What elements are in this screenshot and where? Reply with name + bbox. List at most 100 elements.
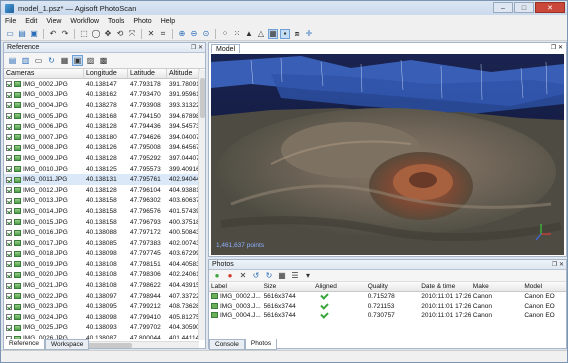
table-row[interactable]: IMG_0012.JPG 40.138128 47.796104 404.938817	[4, 185, 205, 196]
table-row[interactable]: IMG_0024.JPG 40.138098 47.799410 405.812758	[4, 312, 205, 323]
enable-checkbox[interactable]	[6, 197, 12, 204]
table-row[interactable]: IMG_0020.JPG 40.138108 47.798306 402.240614	[4, 270, 205, 281]
table-row[interactable]: IMG_0023.JPG 40.138095 47.799212 408.736288	[4, 301, 205, 312]
view-dropdown-icon[interactable]: ▾	[303, 271, 313, 281]
table-row[interactable]: IMG_0005.JPG 40.138168 47.794150 394.678983	[4, 111, 205, 122]
enable-checkbox[interactable]	[6, 113, 12, 120]
longitude-cell[interactable]: 40.138162	[84, 91, 128, 98]
latitude-cell[interactable]: 47.799212	[128, 303, 167, 310]
altitude-cell[interactable]: 400.375189	[167, 219, 203, 226]
enable-checkbox[interactable]	[6, 81, 12, 88]
model-viewport[interactable]: 1,461,637 points	[211, 54, 564, 255]
table-row[interactable]: IMG_0025.JPG 40.138093 47.799702 404.305905	[4, 323, 205, 334]
longitude-cell[interactable]: 40.138131	[84, 176, 128, 183]
menu-edit[interactable]: Edit	[25, 18, 37, 25]
longitude-cell[interactable]: 40.138147	[84, 81, 128, 88]
longitude-cell[interactable]: 40.138108	[84, 271, 128, 278]
enable-checkbox[interactable]	[6, 166, 12, 173]
altitude-cell[interactable]: 391.780913	[167, 81, 203, 88]
longitude-cell[interactable]: 40.138098	[84, 314, 128, 321]
table-row[interactable]: IMG_0022.JPG 40.138097 47.798944 407.337220	[4, 291, 205, 302]
altitude-cell[interactable]: 393.313226	[167, 102, 203, 109]
enable-checkbox[interactable]	[6, 303, 12, 310]
tab-workspace[interactable]: Workspace	[45, 339, 90, 350]
reference-vscrollbar[interactable]	[198, 70, 205, 340]
longitude-cell[interactable]: 40.138087	[84, 335, 128, 339]
enable-checkbox[interactable]	[6, 187, 12, 194]
disable-icon[interactable]: ●	[225, 271, 235, 281]
longitude-cell[interactable]: 40.138088	[84, 229, 128, 236]
altitude-cell[interactable]: 407.337220	[167, 293, 203, 300]
latitude-cell[interactable]: 47.799702	[128, 324, 167, 331]
tab-reference[interactable]: Reference	[3, 339, 45, 350]
enable-checkbox[interactable]	[6, 229, 12, 236]
table-row[interactable]: IMG_0002.JPG 40.138147 47.793178 391.780913	[4, 79, 205, 90]
open-icon[interactable]: ▤	[17, 29, 27, 39]
enable-checkbox[interactable]	[6, 324, 12, 331]
close-button[interactable]: ✕	[535, 2, 565, 13]
list-item[interactable]: IMG_0003.J... 5616x3744 0.721153 2010:11:01…	[209, 301, 566, 312]
menu-photo[interactable]: Photo	[133, 18, 151, 25]
menu-workflow[interactable]: Workflow	[70, 18, 99, 25]
navigate-icon[interactable]: ✥	[103, 29, 113, 39]
table-row[interactable]: IMG_0011.JPG 40.138131 47.795761 402.940445	[4, 174, 205, 185]
enable-checkbox[interactable]	[6, 176, 12, 183]
latitude-cell[interactable]: 47.798151	[128, 261, 167, 268]
altitude-cell[interactable]: 401.574391	[167, 208, 203, 215]
col-latitude[interactable]: Latitude	[128, 69, 167, 78]
latitude-cell[interactable]: 47.793178	[128, 81, 167, 88]
latitude-cell[interactable]: 47.796104	[128, 187, 167, 194]
altitude-cell[interactable]: 402.240614	[167, 271, 203, 278]
cameras-view-icon[interactable]: ▣	[72, 55, 83, 66]
longitude-cell[interactable]: 40.138108	[84, 261, 128, 268]
table-row[interactable]: IMG_0004.JPG 40.138278 47.793908 393.313226	[4, 100, 205, 111]
panel-float-close-icon[interactable]: ❐ ✕	[191, 43, 203, 53]
col-altitude[interactable]: Altitude	[167, 69, 200, 78]
delete-icon[interactable]: ✕	[146, 29, 156, 39]
latitude-cell[interactable]: 47.795761	[128, 176, 167, 183]
enable-checkbox[interactable]	[6, 208, 12, 215]
zoom-in-icon[interactable]: ⊕	[177, 29, 187, 39]
enable-checkbox[interactable]	[6, 250, 12, 257]
select-icon[interactable]: ⬚	[79, 29, 89, 39]
longitude-cell[interactable]: 40.138158	[84, 197, 128, 204]
table-row[interactable]: IMG_0008.JPG 40.138126 47.795008 394.645672	[4, 143, 205, 154]
clear-icon[interactable]: ▭	[33, 55, 44, 66]
latitude-cell[interactable]: 47.795008	[128, 144, 167, 151]
undo-icon[interactable]: ↶	[48, 29, 58, 39]
scalebars-view-icon[interactable]: ▩	[98, 55, 109, 66]
enable-checkbox[interactable]	[6, 91, 12, 98]
import-icon[interactable]: ▤	[7, 55, 18, 66]
export-icon[interactable]: ▥	[20, 55, 31, 66]
table-row[interactable]: IMG_0003.JPG 40.138162 47.793470 391.959612	[4, 90, 205, 101]
longitude-cell[interactable]: 40.138158	[84, 219, 128, 226]
longitude-cell[interactable]: 40.138085	[84, 240, 128, 247]
altitude-cell[interactable]: 394.040071	[167, 134, 203, 141]
enable-checkbox[interactable]	[6, 314, 12, 321]
latitude-cell[interactable]: 47.794436	[128, 123, 167, 130]
table-row[interactable]: IMG_0016.JPG 40.138088 47.797172 400.508434	[4, 227, 205, 238]
reset-view-icon[interactable]: ⊙	[201, 29, 211, 39]
table-row[interactable]: IMG_0009.JPG 40.138128 47.795292 397.044074	[4, 153, 205, 164]
menu-tools[interactable]: Tools	[108, 18, 124, 25]
point-cloud-icon[interactable]: ⁘	[220, 29, 230, 39]
altitude-cell[interactable]: 404.938817	[167, 187, 203, 194]
circle-select-icon[interactable]: ◯	[91, 29, 101, 39]
model-float-close-icon[interactable]: ❐ ✕	[551, 44, 563, 51]
axes-icon[interactable]: ✛	[304, 29, 314, 39]
altitude-cell[interactable]: 401.441146	[167, 335, 203, 339]
zoom-out-icon[interactable]: ⊖	[189, 29, 199, 39]
latitude-cell[interactable]: 47.798306	[128, 271, 167, 278]
altitude-cell[interactable]: 404.439150	[167, 282, 203, 289]
enable-checkbox[interactable]	[6, 282, 12, 289]
menu-view[interactable]: View	[46, 18, 61, 25]
col-cameras[interactable]: Cameras	[4, 69, 84, 78]
dense-cloud-icon[interactable]: ⁙	[232, 29, 242, 39]
new-icon[interactable]: ▭	[5, 29, 15, 39]
latitude-cell[interactable]: 47.796576	[128, 208, 167, 215]
enable-checkbox[interactable]	[6, 134, 12, 141]
latitude-cell[interactable]: 47.796302	[128, 197, 167, 204]
table-row[interactable]: IMG_0014.JPG 40.138158 47.796576 401.574391	[4, 206, 205, 217]
longitude-cell[interactable]: 40.138180	[84, 134, 128, 141]
tab-model[interactable]: Model	[211, 44, 241, 53]
